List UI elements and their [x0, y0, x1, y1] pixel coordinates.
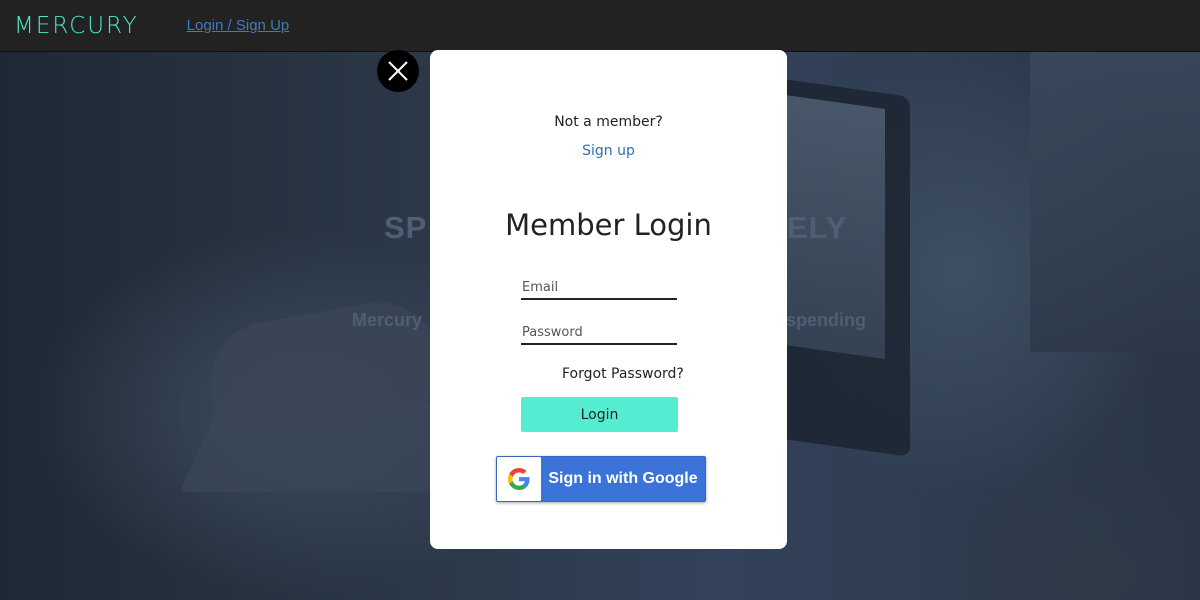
hero-title-left: SP [384, 210, 428, 245]
forgot-password-link[interactable]: Forgot Password? [562, 366, 684, 382]
signup-link[interactable]: Sign up [430, 143, 787, 159]
login-button[interactable]: Login [521, 397, 678, 432]
google-icon [508, 468, 530, 490]
hero-subtitle-right: spending [786, 310, 866, 330]
close-modal-button[interactable] [377, 50, 419, 92]
google-icon-container [497, 457, 541, 501]
google-button-label: Sign in with Google [548, 470, 698, 487]
modal-title: Member Login [505, 208, 712, 242]
google-signin-button[interactable]: Sign in with Google [496, 456, 706, 502]
hero-subtitle-left: Mercury [352, 310, 423, 330]
background-window [1030, 52, 1200, 352]
email-field[interactable] [521, 276, 677, 300]
not-member-text: Not a member? [554, 114, 663, 130]
password-field[interactable] [521, 321, 677, 345]
close-icon [388, 61, 408, 81]
top-navbar: MERCURY Login / Sign Up [0, 0, 1200, 52]
login-signup-link[interactable]: Login / Sign Up [187, 17, 290, 34]
mercury-logo[interactable]: MERCURY [14, 13, 139, 39]
login-modal: Not a member? Sign up Member Login Forgo… [430, 50, 787, 549]
hero-title-right: ELY [787, 210, 848, 245]
